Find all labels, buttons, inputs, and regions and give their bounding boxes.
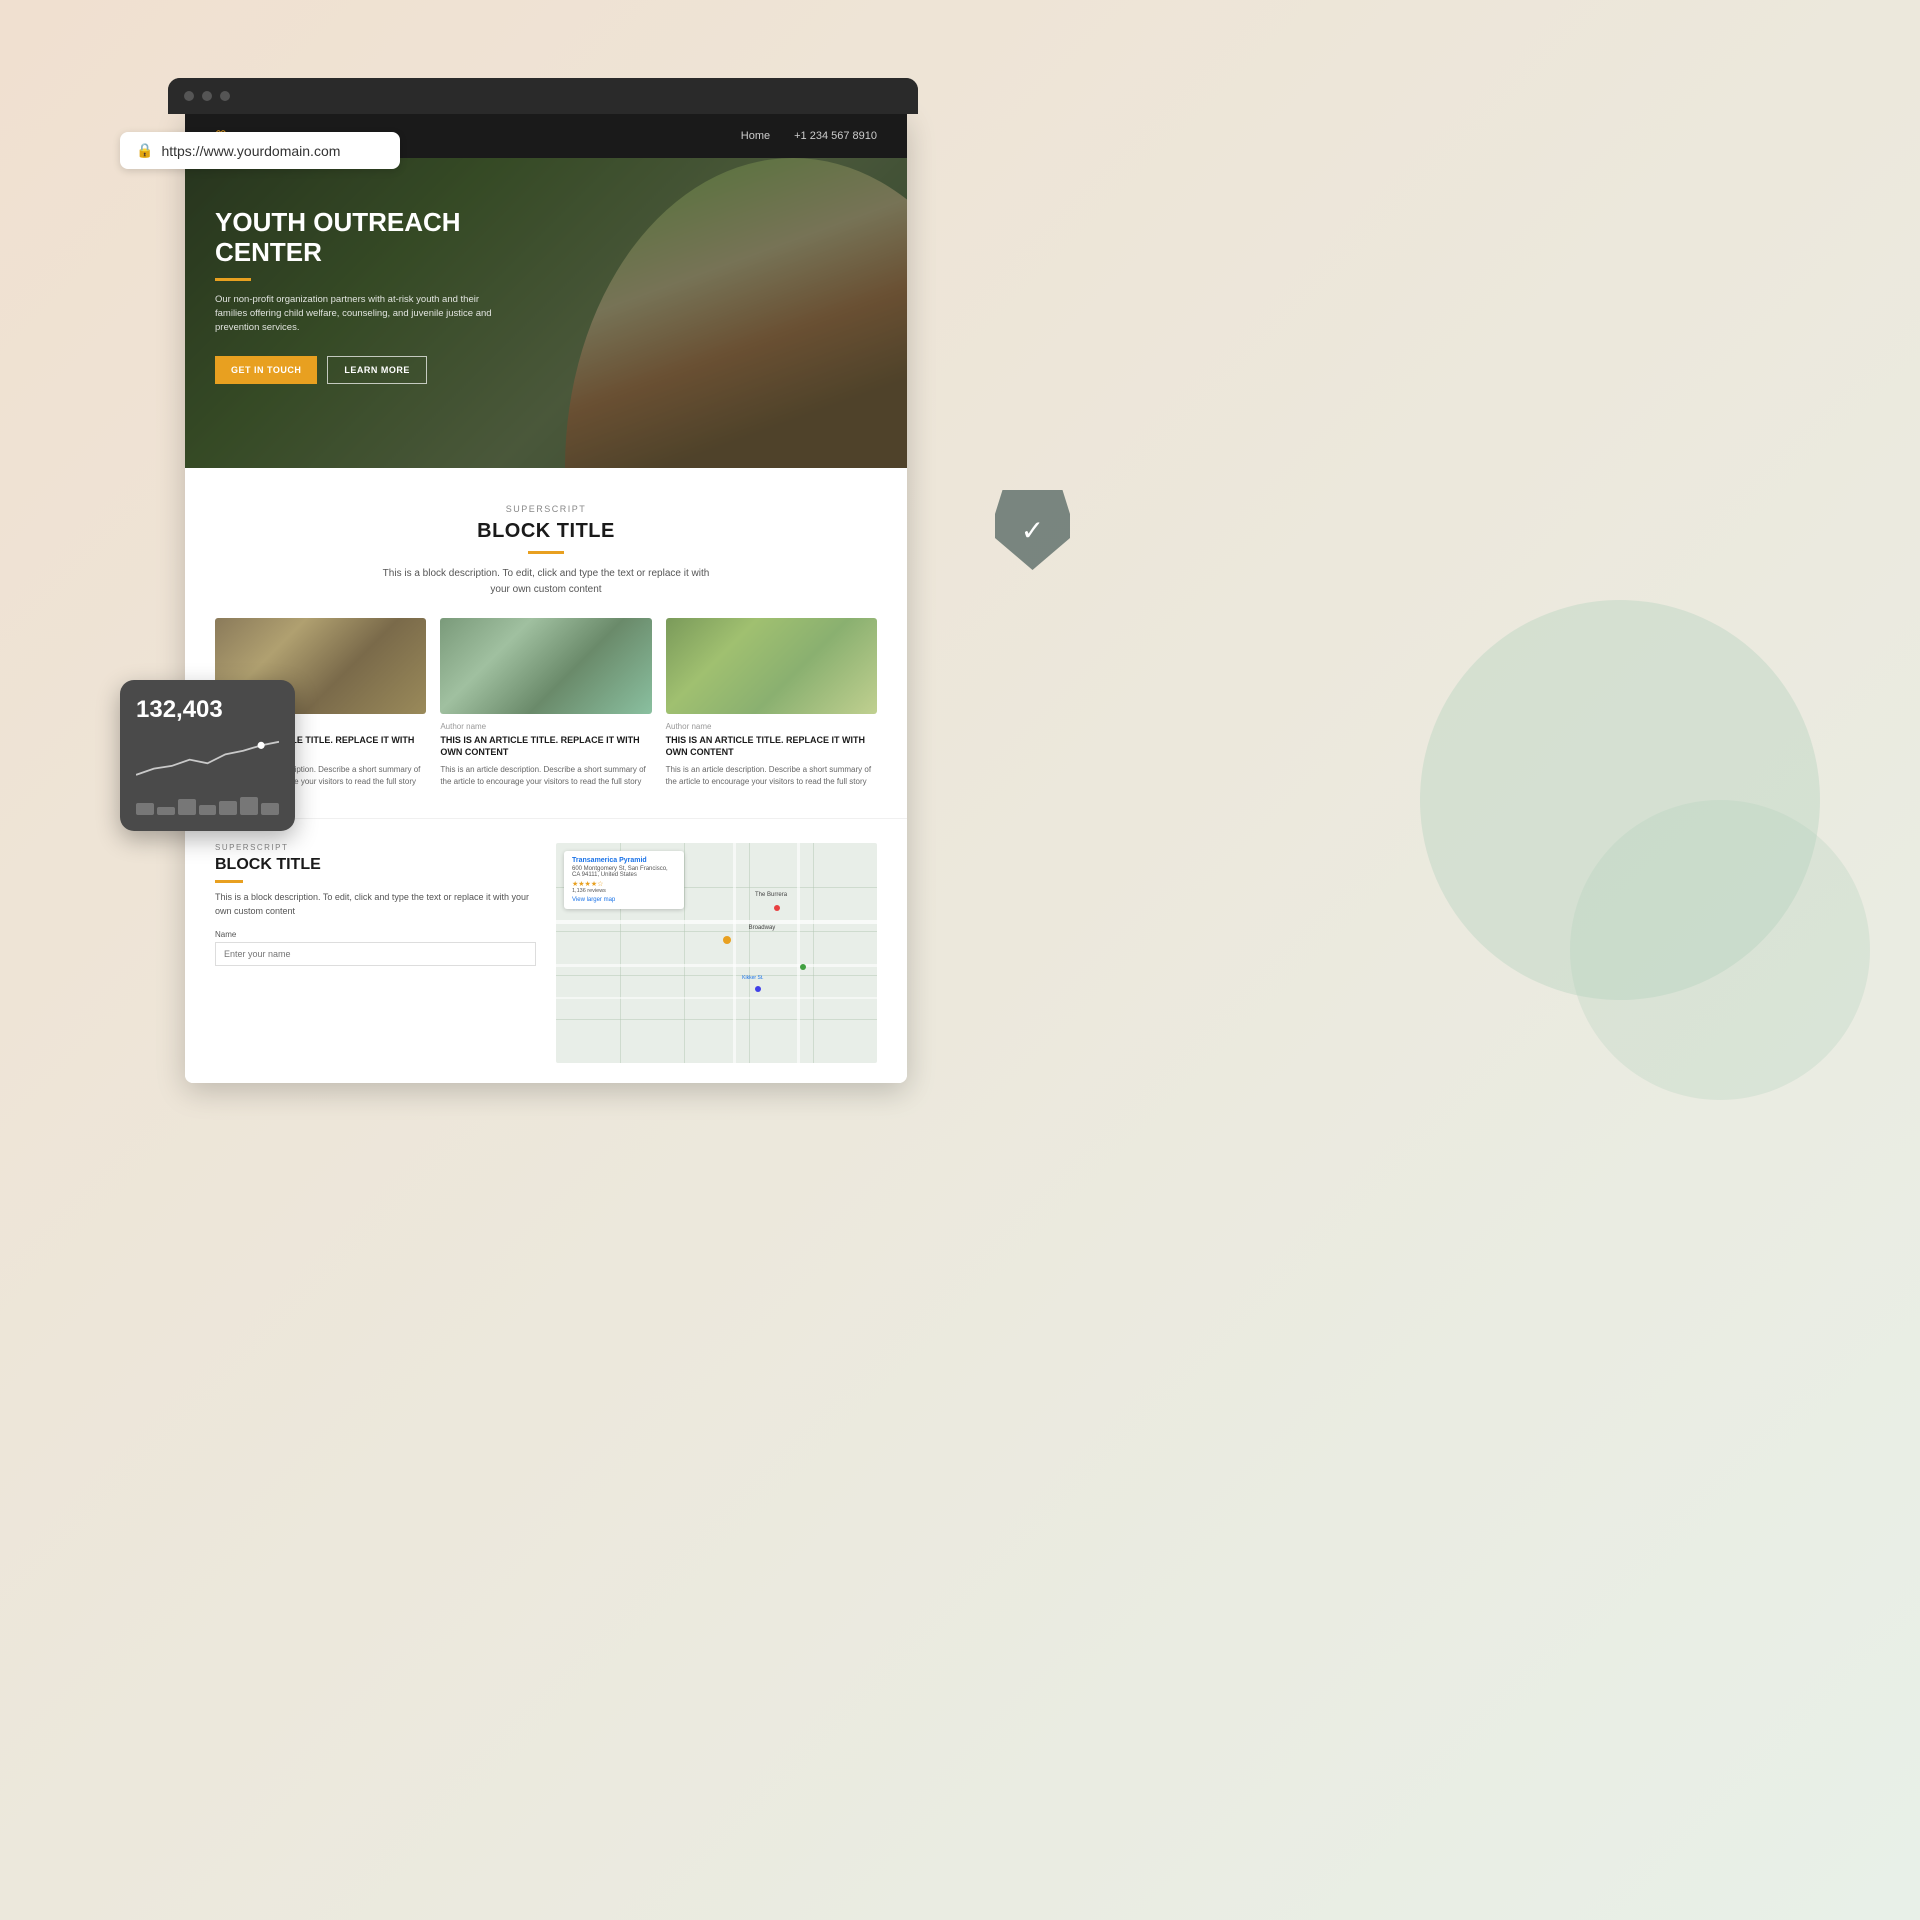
browser-topbar [168,78,918,114]
contact-block: SUPERSCRIPT BLOCK TITLE This is a block … [215,819,536,1063]
map-reviews: 1,136 reviews [572,888,676,894]
article-title-3[interactable]: THIS IS AN ARTICLE TITLE. REPLACE IT WIT… [666,735,877,758]
contact-description: This is a block description. To edit, cl… [215,891,536,918]
hero-divider [215,278,251,281]
article-card-3: Author name THIS IS AN ARTICLE TITLE. RE… [666,618,877,788]
hero-content: YOUTH OUTREACH CENTER Our non-profit org… [185,158,525,414]
shield-check-icon: ✓ [1021,514,1044,547]
map-block: Broadway The Burrera Kikker St. Transame… [556,819,877,1063]
map-label-broadway: Broadway [749,925,776,931]
map-label-burrera: The Burrera [755,892,787,898]
form-name-label: Name [215,930,536,939]
map-view-link[interactable]: View larger map [572,897,676,903]
map-grid-v-4 [813,843,814,1063]
shield-badge: ✓ [995,490,1070,570]
map-grid-v-2 [684,843,685,1063]
contact-divider [215,880,243,883]
superscript-1: SUPERSCRIPT [215,504,877,514]
browser-chrome [168,78,918,114]
map-grid-h-3 [556,975,877,976]
map-pin-1 [723,936,731,944]
stats-bar-3 [178,799,196,815]
lower-section: SUPERSCRIPT BLOCK TITLE This is a block … [185,818,907,1083]
background-shape-2 [1570,800,1870,1100]
browser-dot-3 [220,91,230,101]
block-title-divider-1 [528,551,564,554]
hero-buttons: GET IN TOUCH LEARN MORE [215,356,495,384]
form-name-input[interactable] [215,942,536,966]
article-author-3: Author name [666,722,877,731]
browser-dot-2 [202,91,212,101]
lock-icon: 🔒 [136,142,153,159]
url-text: https://www.yourdomain.com [161,143,340,159]
articles-grid: Author name THIS IS AN ARTICLE TITLE. RE… [215,618,877,788]
stats-bar-5 [219,801,237,815]
shield-shape: ✓ [995,490,1070,570]
website-container: ♡ ALBANY Home +1 234 567 8910 YOUTH OUTR… [185,114,907,1083]
map-grid-v-3 [749,843,750,1063]
stats-bar-6 [240,797,258,815]
contact-superscript: SUPERSCRIPT [215,843,536,852]
article-image-2 [440,618,651,714]
article-card-2: Author name THIS IS AN ARTICLE TITLE. RE… [440,618,651,788]
learn-more-button[interactable]: LEARN MORE [327,356,427,384]
article-excerpt-2: This is an article description. Describe… [440,764,651,788]
stats-bars [136,795,279,815]
block-title-1: BLOCK TITLE [215,520,877,543]
browser-dot-1 [184,91,194,101]
article-author-2: Author name [440,722,651,731]
contact-title: BLOCK TITLE [215,856,536,874]
map-road-4 [797,843,800,1063]
map-pin-4 [755,986,761,992]
map-road-3 [733,843,736,1063]
map-label-kikker: Kikker St. [742,975,763,981]
nav-link-home[interactable]: Home [741,130,770,142]
map-grid-h-2 [556,931,877,932]
map-road-5 [556,997,877,999]
stats-bar-1 [136,803,154,815]
map-info-title: Transamerica Pyramid [572,857,676,864]
block-description-1: This is a block description. To edit, cl… [376,566,716,598]
article-title-2[interactable]: THIS IS AN ARTICLE TITLE. REPLACE IT WIT… [440,735,651,758]
map-container: Broadway The Burrera Kikker St. Transame… [556,843,877,1063]
map-info-address: 600 Montgomery St, San Francisco, CA 941… [572,866,676,878]
map-pin-2 [774,905,780,911]
get-in-touch-button[interactable]: GET IN TOUCH [215,356,317,384]
map-grid-h-4 [556,1019,877,1020]
stats-chart [136,732,279,782]
article-excerpt-3: This is an article description. Describe… [666,764,877,788]
stats-number: 132,403 [136,696,279,724]
nav-right: Home +1 234 567 8910 [741,130,877,142]
map-stars: ★★★★☆ [572,880,676,888]
hero-title: YOUTH OUTREACH CENTER [215,208,495,268]
address-bar: 🔒 https://www.yourdomain.com [120,132,400,169]
nav-link-phone[interactable]: +1 234 567 8910 [794,130,877,142]
stats-bar-7 [261,803,279,815]
map-road-2 [556,964,877,967]
map-road-1 [556,920,877,924]
form-name-field: Name [215,930,536,966]
article-image-3 [666,618,877,714]
hero-description: Our non-profit organization partners wit… [215,293,495,336]
map-pin-3 [800,964,806,970]
stats-bar-4 [199,805,217,815]
stats-widget: 132,403 [120,680,295,831]
map-info-box: Transamerica Pyramid 600 Montgomery St, … [564,851,684,909]
hero-section: YOUTH OUTREACH CENTER Our non-profit org… [185,158,907,468]
stats-bar-2 [157,807,175,815]
